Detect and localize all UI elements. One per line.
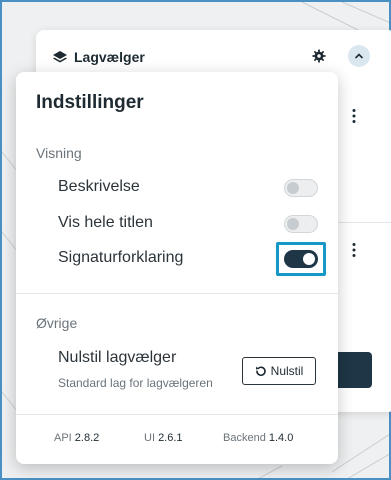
- toggle-knob: [287, 218, 299, 230]
- setting-row-description: Beskrivelse: [58, 176, 326, 202]
- setting-label: Beskrivelse: [58, 178, 140, 195]
- reset-button[interactable]: Nulstil: [242, 357, 316, 385]
- version-backend: Backend 1.4.0: [223, 432, 294, 444]
- layer-picker-title: Lagvælger: [74, 49, 145, 65]
- layer-picker-header: Lagvælger: [52, 46, 145, 68]
- settings-title: Indstillinger: [36, 92, 144, 113]
- section-divider: [16, 414, 338, 415]
- layer-list-divider: [336, 222, 391, 223]
- toggle-full-title[interactable]: [284, 215, 318, 233]
- reset-description: Standard lag for lagvælgeren: [58, 376, 213, 390]
- reset-button-label: Nulstil: [270, 364, 304, 378]
- chevron-up-icon: [355, 53, 363, 59]
- collapse-button[interactable]: [348, 45, 370, 67]
- toggle-legend[interactable]: [284, 250, 318, 268]
- toggle-description[interactable]: [284, 179, 318, 197]
- setting-label: Signaturforklaring: [58, 249, 184, 266]
- section-label-display: Visning: [36, 145, 82, 161]
- layer-action-button[interactable]: [336, 352, 372, 388]
- toggle-knob: [287, 182, 299, 194]
- version-ui: UI 2.6.1: [144, 432, 183, 444]
- toggle-knob: [303, 253, 315, 265]
- reset-icon: [255, 366, 266, 377]
- kebab-menu-icon[interactable]: [352, 242, 356, 258]
- version-api: API 2.8.2: [54, 432, 100, 444]
- kebab-menu-icon[interactable]: [352, 108, 356, 124]
- settings-panel: Indstillinger Visning Beskrivelse Vis he…: [16, 72, 338, 464]
- setting-label: Vis hele titlen: [58, 214, 153, 231]
- section-label-other: Øvrige: [36, 315, 78, 331]
- gear-icon[interactable]: [312, 49, 326, 63]
- setting-row-full-title: Vis hele titlen: [58, 212, 326, 238]
- layers-icon: [53, 51, 67, 63]
- version-info: API 2.8.2 UI 2.6.1 Backend 1.4.0: [16, 432, 338, 448]
- reset-title: Nulstil lagvælger: [58, 349, 177, 366]
- section-divider: [16, 293, 338, 294]
- setting-row-legend: Signaturforklaring: [58, 242, 326, 276]
